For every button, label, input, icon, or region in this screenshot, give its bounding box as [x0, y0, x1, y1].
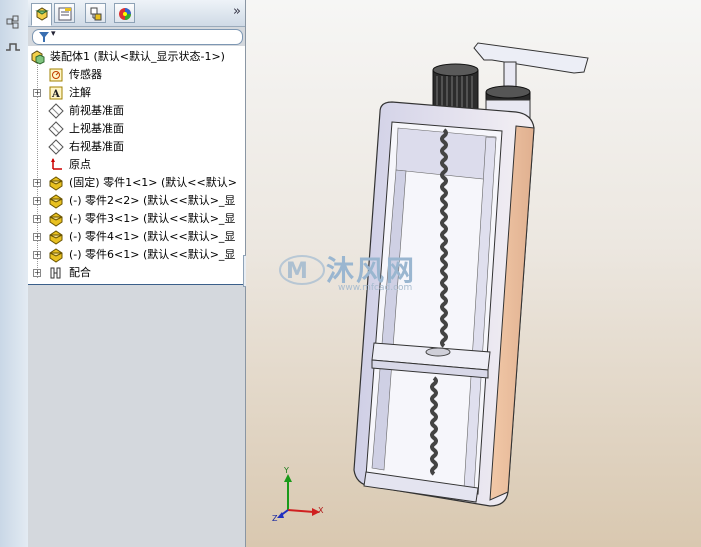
expand-toggle[interactable]: + [33, 233, 41, 241]
tree-item-part2[interactable]: + (-) 零件2<2> (默认<<默认>_显 [28, 192, 245, 210]
propertymanager-icon [58, 7, 72, 21]
part-icon [49, 194, 63, 209]
tree-root-label: 装配体1 (默认<默认_显示状态-1>) [50, 50, 225, 63]
mates-icon [50, 267, 61, 279]
expand-toggle[interactable]: + [33, 215, 41, 223]
triad-z-label: Z [272, 514, 278, 523]
left-icon-strip [0, 0, 29, 547]
origin-icon [51, 158, 62, 170]
expand-toggle[interactable]: + [33, 179, 41, 187]
part-icon [49, 230, 63, 245]
svg-text:A: A [51, 89, 60, 100]
expand-toggle[interactable]: + [33, 269, 41, 277]
dimxpert-icon[interactable] [5, 14, 21, 30]
triad-x-label: X [318, 506, 324, 515]
annotation-icon: A [49, 86, 63, 100]
tree-item-front-plane[interactable]: 前视基准面 [28, 102, 245, 120]
feature-tree: 装配体1 (默认<默认_显示状态-1>) 传感器 + A 注解 前视基准面 上视… [28, 46, 245, 285]
axis-triad [277, 474, 320, 518]
more-tabs-button[interactable]: » [233, 4, 241, 19]
tree-item-origin[interactable]: 原点 [28, 156, 245, 174]
appearance-icon [119, 8, 131, 20]
panel-tabs: » [28, 0, 245, 27]
tree-item-right-plane[interactable]: 右视基准面 [28, 138, 245, 156]
tab-configurationmanager[interactable] [85, 3, 106, 23]
tab-propertymanager[interactable] [54, 3, 75, 23]
expand-toggle[interactable]: + [33, 89, 41, 97]
step-icon[interactable] [5, 38, 21, 54]
tree-item-label: 前视基准面 [69, 104, 124, 117]
tree-item-label: (固定) 零件1<1> (默认<<默认> [69, 176, 237, 189]
tree-item-part3[interactable]: + (-) 零件3<1> (默认<<默认>_显 [28, 210, 245, 228]
assembly-icon [31, 50, 45, 65]
tree-item-mates[interactable]: + 配合 [28, 264, 245, 282]
tree-item-label: 配合 [69, 266, 91, 279]
expand-toggle[interactable]: + [33, 251, 41, 259]
tree-item-label: 原点 [69, 158, 91, 171]
svg-text:M: M [286, 259, 308, 284]
plane-icon [48, 121, 64, 137]
pump-nozzle [473, 42, 589, 121]
tree-item-part4[interactable]: + (-) 零件4<1> (默认<<默认>_显 [28, 228, 245, 246]
tab-appearance[interactable] [114, 3, 135, 23]
filter-dropdown-arrow[interactable]: ▾ [51, 29, 56, 39]
tree-item-label: (-) 零件2<2> (默认<<默认>_显 [69, 194, 236, 207]
tab-featuremanager[interactable] [31, 3, 52, 26]
tree-root[interactable]: 装配体1 (默认<默认_显示状态-1>) [28, 48, 245, 66]
tree-item-label: (-) 零件4<1> (默认<<默认>_显 [69, 230, 236, 243]
tree-item-label: 右视基准面 [69, 140, 124, 153]
graphics-viewport[interactable]: Y X Z M 沐风网 www.mfcad.com [246, 0, 701, 547]
sensor-icon [49, 68, 63, 82]
tree-item-label: 注解 [69, 86, 91, 99]
triad-y-label: Y [284, 466, 289, 475]
part-icon [49, 248, 63, 263]
plane-icon [48, 103, 64, 119]
part-icon [49, 176, 63, 191]
tree-item-label: 上视基准面 [69, 122, 124, 135]
plane-icon [48, 139, 64, 155]
tree-item-label: (-) 零件6<1> (默认<<默认>_显 [69, 248, 236, 261]
tree-item-part6[interactable]: + (-) 零件6<1> (默认<<默认>_显 [28, 246, 245, 264]
feature-manager-panel: » ▾ 装配体1 (默认<默认_显示状态-1>) 传感器 + A 注解 前视基准… [28, 0, 246, 547]
watermark-url: www.mfcad.com [338, 283, 413, 293]
tree-item-label: 传感器 [69, 68, 102, 81]
featuremanager-icon [35, 7, 49, 21]
filter-input[interactable]: ▾ [32, 29, 243, 45]
tree-item-top-plane[interactable]: 上视基准面 [28, 120, 245, 138]
tree-item-annotations[interactable]: + A 注解 [28, 84, 245, 102]
tree-item-part1[interactable]: + (固定) 零件1<1> (默认<<默认> [28, 174, 245, 192]
tree-item-label: (-) 零件3<1> (默认<<默认>_显 [69, 212, 236, 225]
tree-item-sensors[interactable]: 传感器 [28, 66, 245, 84]
part-icon [49, 212, 63, 227]
configurationmanager-icon [90, 7, 102, 21]
expand-toggle[interactable]: + [33, 197, 41, 205]
